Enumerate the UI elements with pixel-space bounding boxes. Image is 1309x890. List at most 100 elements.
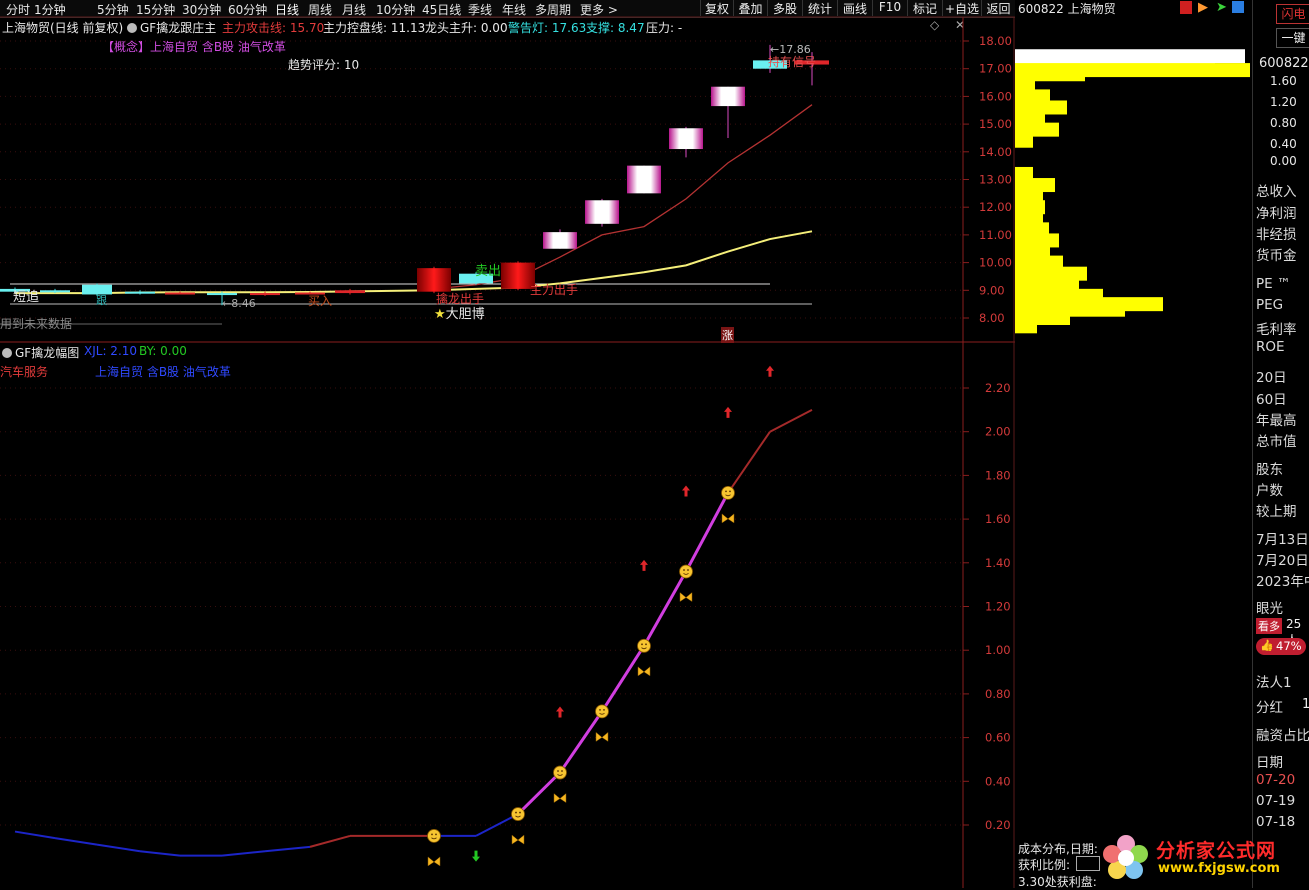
profit-ratio-label: 获利比例: [1018, 858, 1071, 872]
butterfly-icon [427, 856, 441, 867]
toolbar-icons: ▶ ➤ [1178, 0, 1248, 16]
grid-icon[interactable] [1232, 1, 1244, 13]
smiley-eye [729, 490, 731, 493]
sub-line-segment [14, 830, 56, 840]
legal-person-label: 法人1 [1256, 675, 1292, 691]
butterfly-icon [721, 513, 735, 524]
dragon-shot-label: 擒龙出手 [436, 292, 485, 306]
arrow-icon[interactable]: ➤ [1216, 0, 1227, 15]
smiley-eye [515, 811, 517, 814]
industry-label: 汽车服务 [0, 365, 49, 379]
fund-gross-margin: 毛利率 [1256, 322, 1297, 338]
watermark: 分析家公式网 www.fxjgsw.com [1100, 830, 1309, 888]
smiley-icon [721, 485, 735, 500]
households-label: 户数 [1256, 483, 1283, 499]
watermark-cn: 分析家公式网 [1156, 840, 1277, 862]
candle-body [207, 293, 237, 296]
smiley-eye [683, 569, 685, 571]
sub-line-segment [54, 837, 98, 846]
sub-line-segment [264, 845, 311, 853]
candle-body [711, 86, 745, 107]
date-row-3[interactable]: 07-18 [1256, 814, 1295, 830]
up-arrow-icon [724, 406, 732, 418]
chip-date-label: 成本分布,日期: [1018, 842, 1098, 856]
sub-concept-tags: 上海自贸 含B股 油气改革 [95, 365, 231, 379]
bullish-badge[interactable]: 看多 [1256, 618, 1282, 634]
fund-pe: PE ™ [1256, 276, 1291, 292]
fund-revenue: 总收入 [1256, 184, 1297, 200]
stat-market-cap: 总市值 [1256, 434, 1297, 450]
axis-tick-label: 12.00 [979, 200, 1012, 214]
report-icon[interactable] [1180, 1, 1192, 14]
axis-tick-label: 1.20 [985, 600, 1011, 614]
axis-tick-label: 1.00 [985, 643, 1011, 657]
candle-body [417, 268, 451, 292]
sub-line-segment [727, 431, 771, 494]
fund-net-profit: 净利润 [1256, 206, 1297, 222]
mini-scale: 1.60 1.20 0.80 0.40 0.00 [1258, 74, 1309, 168]
thumb-up-icon: 👍 [1260, 639, 1274, 652]
axis-tick-label: 0.20 [985, 818, 1011, 832]
up-arrow-icon [766, 365, 774, 377]
axis-tick-label: 1.60 [985, 512, 1011, 526]
holders-label: 股东 [1256, 462, 1283, 478]
axis-tick-label: 1.40 [985, 556, 1011, 570]
future-data-note: 用到未来数据 [0, 317, 73, 331]
sub-line-segment [139, 850, 181, 857]
sub-value-axis: 2.20 2.00 1.80 1.60 1.40 1.20 1.00 0.80 0.60 0.40… [963, 381, 1011, 832]
sub-line-segment [600, 645, 646, 713]
axis-tick-label: 8.00 [979, 311, 1005, 325]
chip-distribution [1015, 49, 1250, 334]
scale-3: 0.80 [1270, 116, 1297, 130]
flower-logo-icon [1103, 835, 1148, 879]
sub-line-segment [684, 492, 730, 573]
candle-body [165, 292, 195, 295]
bullish-pct-pill: 👍 47% [1256, 638, 1306, 655]
dividend-label: 分红 [1256, 700, 1283, 716]
down-arrow-icon [472, 850, 480, 862]
axis-tick-label: 18.00 [979, 34, 1012, 48]
smiley-eye [645, 643, 647, 646]
sub-line-segment [516, 771, 562, 816]
stat-60d: 60日 [1256, 392, 1287, 408]
main-price-axis: 18.00 17.00 16.00 15.00 14.00 13.00 12.00 11.00… [963, 34, 1012, 325]
smiley-eye [431, 833, 433, 836]
candle-body [543, 232, 577, 249]
flash-button[interactable]: 闪电 [1276, 4, 1309, 24]
short-chase-label: 短追 [13, 290, 40, 305]
candlestick-series [0, 44, 829, 306]
axis-tick-label: 1.80 [985, 468, 1011, 482]
axis-tick-label: 0.80 [985, 687, 1011, 701]
axis-tick-label: 2.00 [985, 425, 1011, 439]
up-arrow-icon [556, 706, 564, 718]
chip-bar [1015, 319, 1037, 334]
chip-panel-title: 600822 上海物贸 [1018, 2, 1116, 16]
sub-indicator-markers [427, 365, 774, 867]
by-readout: BY: 0.00 [139, 344, 187, 358]
limit-up-badge: 涨 [721, 327, 734, 343]
date-1: 7月13日 [1256, 532, 1309, 548]
butterfly-icon [679, 592, 693, 603]
flag-icon[interactable]: ▶ [1198, 0, 1208, 15]
date-row-1[interactable]: 07-20 [1256, 772, 1295, 788]
scale-2: 1.20 [1270, 95, 1297, 109]
sub-line-segment [558, 710, 604, 774]
date-row-2[interactable]: 07-19 [1256, 793, 1295, 809]
date-3: 2023年中 [1256, 574, 1309, 590]
axis-tick-label: 0.40 [985, 774, 1011, 788]
gear-icon[interactable] [2, 348, 12, 358]
follow-label: 跟 [96, 294, 107, 307]
axis-tick-label: 9.00 [979, 283, 1005, 297]
smiley-icon [679, 564, 693, 579]
candle-body [250, 293, 280, 296]
one-key-button[interactable]: 一键 [1276, 28, 1309, 48]
margin-label: 融资占比 [1256, 728, 1309, 744]
dividend-value: 1 [1302, 697, 1309, 712]
sub-indicator-toggle[interactable]: GF擒龙幅图 [2, 344, 79, 361]
axis-tick-label: 11.00 [979, 228, 1012, 242]
smiley-icon [595, 704, 609, 719]
axis-tick-label: 13.00 [979, 173, 1012, 187]
sub-line-segment [769, 408, 813, 433]
fund-roe: ROE [1256, 339, 1285, 355]
butterfly-icon [553, 793, 567, 804]
